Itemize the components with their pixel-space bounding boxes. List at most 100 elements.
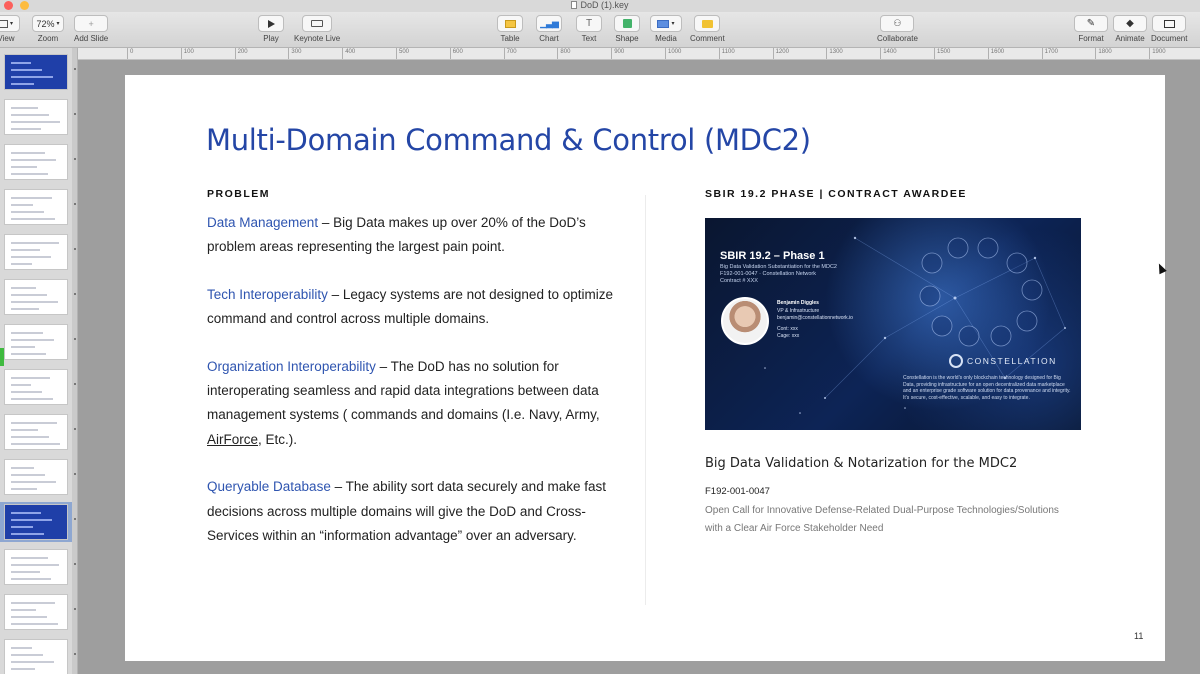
thumbnail-preview [4, 504, 68, 540]
award-title: SBIR 19.2 – Phase 1 [720, 250, 825, 262]
slide-thumbnail[interactable] [0, 142, 77, 182]
ruler-tick-label: 200 [234, 48, 248, 59]
horizontal-ruler: 0 100 200 300 400 500 600 700 800 900 1000 1100 1200… [78, 48, 1200, 60]
ruler-tick-label: 1200 [772, 48, 789, 59]
ruler-tick-label: 1000 [664, 48, 682, 59]
comment-button[interactable]: Comment [690, 15, 725, 43]
rail-tick [74, 113, 76, 115]
chevron-down-icon: ▾ [56, 21, 60, 27]
problem-item[interactable]: Tech Interoperability – Legacy systems a… [207, 283, 627, 332]
thumbnail-preview [4, 414, 68, 450]
ruler-tick-label: 1400 [880, 48, 897, 59]
title-bar: DoD (1).key [0, 0, 1200, 12]
rail-tick [74, 608, 76, 610]
ruler-tick-label: 800 [557, 48, 571, 59]
thumbnail-preview [4, 279, 68, 315]
slide-thumbnail[interactable] [0, 322, 77, 362]
format-button[interactable]: ✎ Format [1074, 15, 1108, 43]
award-subtitle[interactable]: Big Data Validation & Notarization for t… [705, 456, 1017, 471]
award-line: Contract # XXX [720, 278, 758, 284]
nav-marker [0, 348, 4, 366]
person-name: Benjamin Diggles [777, 300, 819, 306]
contract-award-image[interactable]: SBIR 19.2 – Phase 1 Big Data Validation … [705, 218, 1081, 430]
ruler-tick-label: 100 [180, 48, 194, 59]
table-button[interactable]: Table [497, 15, 523, 43]
constellation-logo-icon [949, 354, 963, 368]
thumbnail-preview [4, 54, 68, 90]
slide-title[interactable]: Multi-Domain Command & Control (MDC2) [206, 123, 811, 157]
ruler-tick-label: 400 [342, 48, 356, 59]
rail-tick [74, 563, 76, 565]
slide-thumbnail[interactable] [0, 367, 77, 407]
slide-thumbnail[interactable] [0, 277, 77, 317]
thumbnail-preview [4, 189, 68, 225]
sbir-heading[interactable]: SBIR 19.2 PHASE | CONTRACT AWARDEE [705, 188, 967, 200]
toolbar: ▾ View 72%▾ Zoom + Add Slide Play Keynot… [0, 12, 1200, 48]
ruler-tick-label: 1100 [718, 48, 735, 59]
problem-item[interactable]: Data Management – Big Data makes up over… [207, 211, 627, 260]
slide-thumbnail[interactable] [0, 592, 77, 632]
avatar [721, 297, 769, 345]
slide-thumbnail[interactable] [0, 187, 77, 227]
thumbnail-preview [4, 99, 68, 135]
award-description: Constellation is the world’s only blockc… [903, 375, 1071, 401]
keynote-live-button[interactable]: Keynote Live [294, 15, 340, 43]
slide-navigator [0, 48, 78, 674]
comment-icon [701, 19, 713, 28]
ruler-tick-label: 600 [449, 48, 463, 59]
animate-button[interactable]: ◆ Animate [1113, 15, 1147, 43]
keynote-live-icon [311, 20, 324, 27]
shape-button[interactable]: Shape [614, 15, 640, 43]
zoom-control[interactable]: 72% ▾ Zoom [32, 15, 64, 43]
play-icon [267, 19, 275, 28]
document-icon [571, 1, 578, 9]
slide-thumbnail[interactable] [0, 232, 77, 272]
chevron-down-icon: ▾ [9, 21, 13, 27]
animate-icon: ◆ [1126, 18, 1134, 29]
collaborate-icon: ⚇ [893, 18, 902, 28]
slide-thumbnail[interactable] [0, 52, 77, 92]
rail-tick [74, 518, 76, 520]
thumbnail-preview [4, 144, 68, 180]
ruler-tick-label: 1300 [826, 48, 843, 59]
problem-heading[interactable]: PROBLEM [207, 188, 270, 200]
ruler-tick-label: 1600 [987, 48, 1005, 59]
view-icon [0, 19, 8, 28]
ruler-tick-label: 0 [126, 48, 134, 59]
problem-item[interactable]: Organization Interoperability – The DoD … [207, 355, 627, 453]
slide-thumbnail[interactable] [0, 547, 77, 587]
slide-thumbnail[interactable] [0, 412, 77, 452]
media-icon [657, 19, 670, 28]
page-number: 11 [1134, 631, 1144, 641]
rail-tick [74, 203, 76, 205]
rail-tick [74, 248, 76, 250]
media-button[interactable]: ▾ Media [650, 15, 682, 43]
ruler-tick-label: 1900 [1149, 48, 1166, 59]
thumbnail-preview [4, 639, 68, 674]
view-control[interactable]: ▾ View [0, 15, 20, 43]
slide-thumbnail[interactable] [0, 457, 77, 497]
collaborate-button[interactable]: ⚇ Collaborate [877, 15, 918, 43]
plus-icon: + [74, 15, 109, 32]
award-summary[interactable]: Open Call for Innovative Defense-Related… [705, 502, 1065, 537]
slide-thumbnail[interactable] [0, 637, 77, 674]
slide[interactable]: Multi-Domain Command & Control (MDC2) PR… [125, 75, 1165, 661]
problem-item[interactable]: Queryable Database – The ability sort da… [207, 475, 627, 548]
shape-icon [622, 19, 632, 28]
award-code[interactable]: F192-001-0047 [705, 486, 770, 497]
format-icon: ✎ [1086, 18, 1096, 29]
text-button[interactable]: T Text [576, 15, 602, 43]
column-divider [645, 195, 646, 605]
document-button[interactable]: Document [1151, 15, 1187, 43]
award-line: F192-001-0047 · Constellation Network [720, 271, 816, 277]
play-button[interactable]: Play [258, 15, 284, 43]
thumbnail-preview [4, 324, 68, 360]
chart-icon: ▁▃▅ [540, 18, 559, 28]
table-icon [504, 19, 516, 28]
thumbnail-preview [4, 459, 68, 495]
text-icon: T [585, 18, 593, 29]
add-slide-button[interactable]: + Add Slide [74, 15, 108, 43]
chart-button[interactable]: ▁▃▅ Chart [536, 15, 562, 43]
slide-thumbnail[interactable] [0, 502, 77, 542]
slide-thumbnail[interactable] [0, 97, 77, 137]
